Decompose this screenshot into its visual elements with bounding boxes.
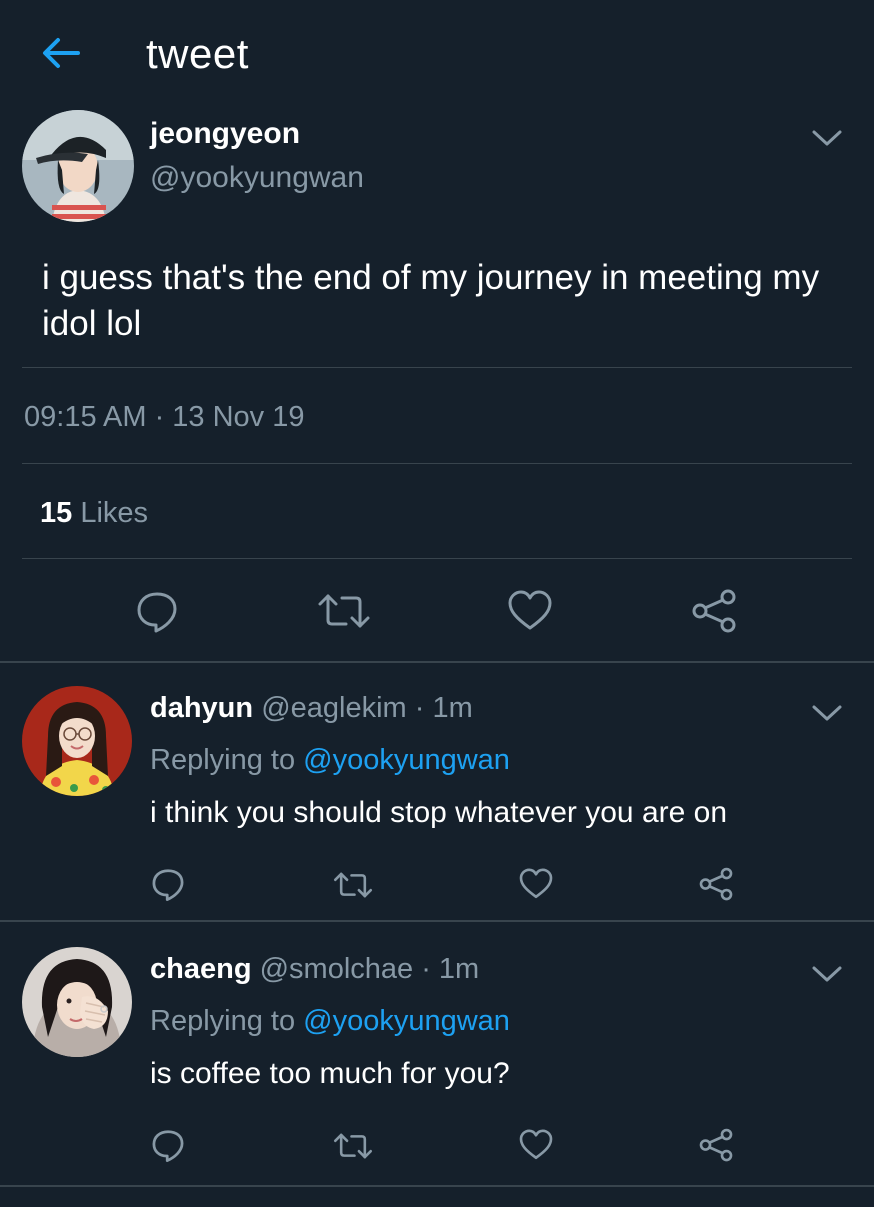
author-name[interactable]: dahyun: [150, 692, 253, 724]
reply-text: i think you should stop whatever you are…: [150, 796, 728, 829]
avatar[interactable]: [22, 947, 132, 1057]
reply-icon[interactable]: [134, 588, 180, 634]
replying-to: Replying to @yookyungwan: [150, 1005, 510, 1038]
replying-mention-link[interactable]: @yookyungwan: [303, 1005, 510, 1037]
reply-tweet[interactable]: dahyun @eaglekim · 1m Replying to @yooky…: [0, 686, 874, 946]
retweet-icon[interactable]: [332, 868, 374, 902]
divider: [22, 463, 852, 464]
tweet-timestamp: 09:15 AM · 13 Nov 19: [24, 401, 305, 433]
author-name[interactable]: chaeng: [150, 953, 252, 985]
divider: [22, 558, 852, 559]
replying-to: Replying to @yookyungwan: [150, 744, 510, 777]
share-icon[interactable]: [698, 866, 734, 902]
retweet-icon[interactable]: [316, 588, 372, 634]
reply-tweet[interactable]: chaeng @smolchae · 1m Replying to @yooky…: [0, 947, 874, 1207]
chevron-down-icon[interactable]: [810, 702, 844, 724]
avatar[interactable]: [22, 686, 132, 796]
tweet-text: i guess that's the end of my journey in …: [42, 258, 820, 343]
like-icon[interactable]: [518, 866, 554, 902]
reply-header: chaeng @smolchae · 1m: [150, 953, 479, 986]
chevron-down-icon[interactable]: [810, 127, 844, 149]
author-handle[interactable]: @eaglekim: [261, 692, 407, 724]
back-arrow-icon[interactable]: [38, 30, 84, 76]
share-icon[interactable]: [690, 588, 738, 634]
likes-count: 15: [40, 497, 73, 529]
replying-prefix: Replying to: [150, 744, 304, 776]
reply-time: · 1m: [413, 953, 480, 985]
page-title: tweet: [146, 30, 249, 77]
reply-icon[interactable]: [150, 1127, 186, 1163]
section-divider: [0, 661, 874, 663]
likes-label: Likes: [72, 497, 149, 529]
section-divider: [0, 920, 874, 922]
replying-mention-link[interactable]: @yookyungwan: [303, 744, 510, 776]
chevron-down-icon[interactable]: [810, 963, 844, 985]
reply-text: is coffee too much for you?: [150, 1057, 510, 1090]
likes-summary[interactable]: 15 Likes: [40, 497, 148, 530]
author-handle[interactable]: @smolchae: [260, 953, 414, 985]
avatar[interactable]: [22, 110, 134, 222]
app-header: tweet: [0, 0, 874, 110]
section-divider: [0, 1185, 874, 1187]
replying-prefix: Replying to: [150, 1005, 304, 1037]
author-name[interactable]: jeongyeon: [150, 117, 300, 151]
reply-header: dahyun @eaglekim · 1m: [150, 692, 473, 725]
reply-time: · 1m: [406, 692, 473, 724]
reply-icon[interactable]: [150, 866, 186, 902]
like-icon[interactable]: [506, 588, 554, 634]
author-handle[interactable]: @yookyungwan: [150, 161, 364, 195]
like-icon[interactable]: [518, 1127, 554, 1163]
divider: [22, 367, 852, 368]
retweet-icon[interactable]: [332, 1129, 374, 1163]
share-icon[interactable]: [698, 1127, 734, 1163]
